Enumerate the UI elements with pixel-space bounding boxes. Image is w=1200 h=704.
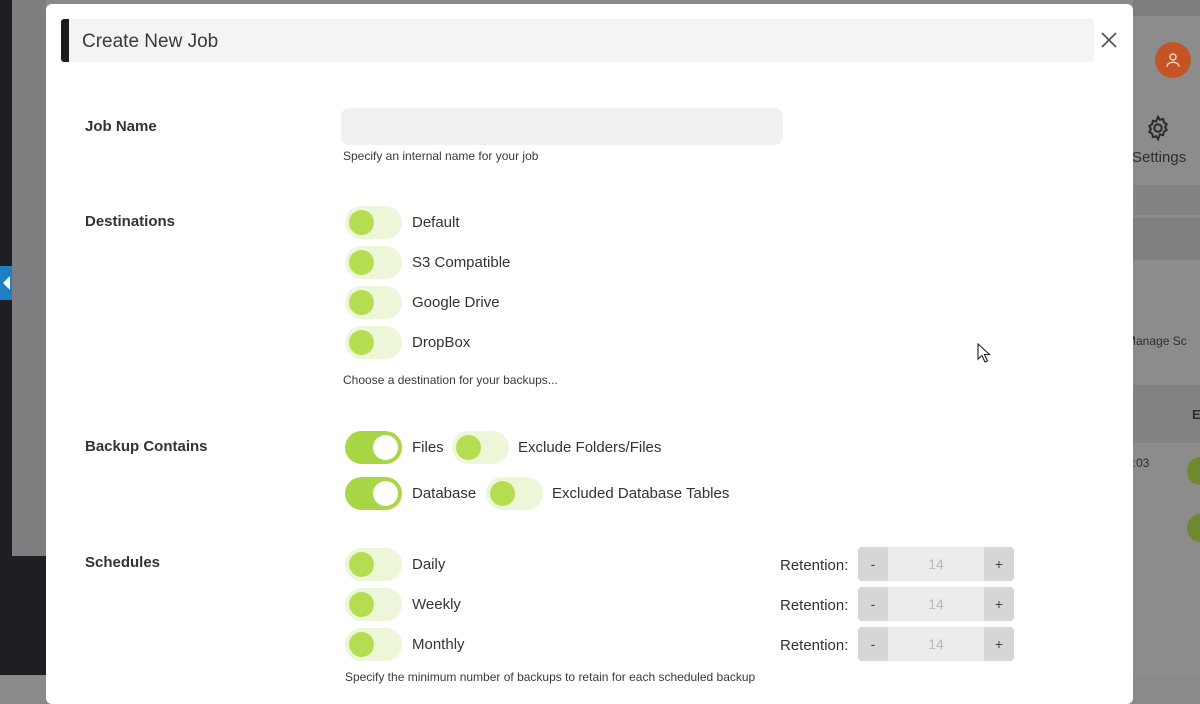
- toggle-knob: [349, 290, 374, 315]
- schedule-weekly-label: Weekly: [412, 596, 461, 613]
- toggle-knob: [349, 552, 374, 577]
- manage-schedules-link[interactable]: Manage Sc: [1126, 334, 1187, 348]
- database-label: Database: [412, 485, 477, 502]
- user-avatar[interactable]: [1155, 42, 1191, 78]
- destinations-hint: Choose a destination for your backups...: [343, 373, 558, 387]
- retention-decrement-button[interactable]: -: [858, 627, 888, 661]
- toggle-destination-google-drive[interactable]: [345, 286, 402, 319]
- toggle-knob: [349, 632, 374, 657]
- background-sidebar-bottom: [0, 556, 46, 675]
- job-name-hint: Specify an internal name for your job: [343, 149, 539, 163]
- toggle-knob: [490, 481, 515, 506]
- toggle-schedule-daily[interactable]: [345, 548, 402, 581]
- schedule-monthly-label: Monthly: [412, 636, 465, 653]
- job-name-label: Job Name: [85, 118, 157, 135]
- toggle-knob: [349, 330, 374, 355]
- toggle-database[interactable]: [345, 477, 402, 510]
- toggle-destination-dropbox[interactable]: [345, 326, 402, 359]
- retention-stepper-daily: - 14 +: [858, 547, 1014, 581]
- toggle-exclude-folders-files[interactable]: [452, 431, 509, 464]
- backup-contains-label: Backup Contains: [85, 438, 208, 455]
- schedules-hint: Specify the minimum number of backups to…: [345, 670, 756, 684]
- destination-dropbox-label: DropBox: [412, 334, 471, 351]
- gear-icon[interactable]: [1144, 114, 1172, 142]
- toggle-destination-default[interactable]: [345, 206, 402, 239]
- toggle-files[interactable]: [345, 431, 402, 464]
- retention-decrement-button[interactable]: -: [858, 547, 888, 581]
- excluded-database-tables-label: Excluded Database Tables: [552, 485, 730, 502]
- retention-stepper-monthly: - 14 +: [858, 627, 1014, 661]
- retention-increment-button[interactable]: +: [984, 627, 1014, 661]
- toggle-schedule-monthly[interactable]: [345, 628, 402, 661]
- modal-header: Create New Job: [61, 19, 1094, 62]
- retention-label: Retention:: [780, 597, 849, 614]
- toggle-knob: [349, 592, 374, 617]
- retention-value[interactable]: 14: [888, 587, 984, 621]
- toggle-knob: [373, 435, 398, 460]
- retention-label: Retention:: [780, 637, 849, 654]
- retention-stepper-weekly: - 14 +: [858, 587, 1014, 621]
- retention-decrement-button[interactable]: -: [858, 587, 888, 621]
- toggle-knob: [349, 210, 374, 235]
- destination-google-drive-label: Google Drive: [412, 294, 500, 311]
- toggle-knob: [456, 435, 481, 460]
- modal-title: Create New Job: [82, 31, 219, 52]
- background-table-header: [1133, 385, 1200, 443]
- background-band: [1133, 0, 1200, 16]
- table-column-header: E: [1192, 407, 1200, 422]
- toggle-excluded-database-tables[interactable]: [486, 477, 543, 510]
- destination-s3-label: S3 Compatible: [412, 254, 511, 271]
- toggle-knob: [349, 250, 374, 275]
- destination-default-label: Default: [412, 214, 460, 231]
- schedules-label: Schedules: [85, 554, 161, 571]
- toggle-destination-s3[interactable]: [345, 246, 402, 279]
- user-icon: [1166, 53, 1180, 67]
- mouse-cursor-icon: [977, 343, 991, 363]
- schedule-daily-label: Daily: [412, 556, 446, 573]
- retention-value[interactable]: 14: [888, 627, 984, 661]
- chevron-left-icon: [2, 276, 10, 290]
- retention-label: Retention:: [780, 557, 849, 574]
- files-label: Files: [412, 439, 444, 456]
- retention-increment-button[interactable]: +: [984, 587, 1014, 621]
- background-band: [1133, 218, 1200, 260]
- retention-increment-button[interactable]: +: [984, 547, 1014, 581]
- create-job-modal: Create New Job Job Name Specify an inter…: [46, 4, 1133, 704]
- job-name-input[interactable]: [341, 108, 783, 145]
- settings-nav-label[interactable]: Settings: [1132, 149, 1186, 166]
- background-band: [1133, 185, 1200, 215]
- retention-value[interactable]: 14: [888, 547, 984, 581]
- sidebar-collapse-button[interactable]: [0, 266, 12, 300]
- toggle-schedule-weekly[interactable]: [345, 588, 402, 621]
- toggle-knob: [373, 481, 398, 506]
- exclude-folders-files-label: Exclude Folders/Files: [518, 439, 662, 456]
- close-icon[interactable]: [1099, 30, 1119, 50]
- destinations-label: Destinations: [85, 213, 176, 230]
